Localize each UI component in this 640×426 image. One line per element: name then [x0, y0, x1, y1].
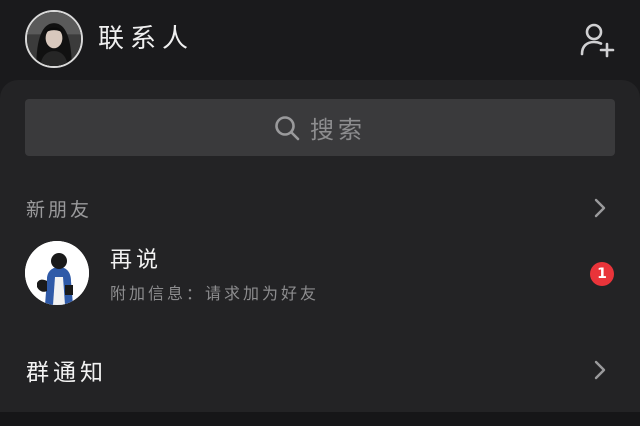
search-icon — [274, 115, 300, 141]
add-contact-icon[interactable] — [578, 20, 616, 58]
contacts-screen: 联系人 搜索 新朋友 再说 附加信息：请求加为好友 1 群通知 — [0, 0, 640, 426]
group-notice-row[interactable]: 群通知 — [0, 343, 640, 395]
search-bar[interactable]: 搜索 — [25, 99, 615, 156]
unread-badge: 1 — [590, 262, 614, 286]
friend-request-item[interactable]: 再说 附加信息：请求加为好友 1 — [0, 236, 640, 316]
page-title: 联系人 — [98, 24, 195, 54]
user-avatar-image — [27, 12, 81, 66]
header: 联系人 — [0, 0, 640, 80]
new-friends-label: 新朋友 — [26, 199, 93, 221]
user-avatar[interactable] — [25, 10, 83, 68]
friend-name: 再说 — [110, 248, 163, 273]
new-friends-row[interactable]: 新朋友 — [0, 185, 640, 231]
search-placeholder: 搜索 — [310, 116, 366, 144]
chevron-right-icon — [593, 197, 607, 219]
chevron-right-icon — [593, 359, 607, 381]
friend-avatar — [25, 241, 89, 305]
friend-request-note: 附加信息：请求加为好友 — [110, 284, 320, 303]
group-notice-label: 群通知 — [26, 360, 107, 386]
contacts-panel: 搜索 新朋友 再说 附加信息：请求加为好友 1 群通知 — [0, 80, 640, 412]
bottom-divider — [0, 412, 640, 426]
